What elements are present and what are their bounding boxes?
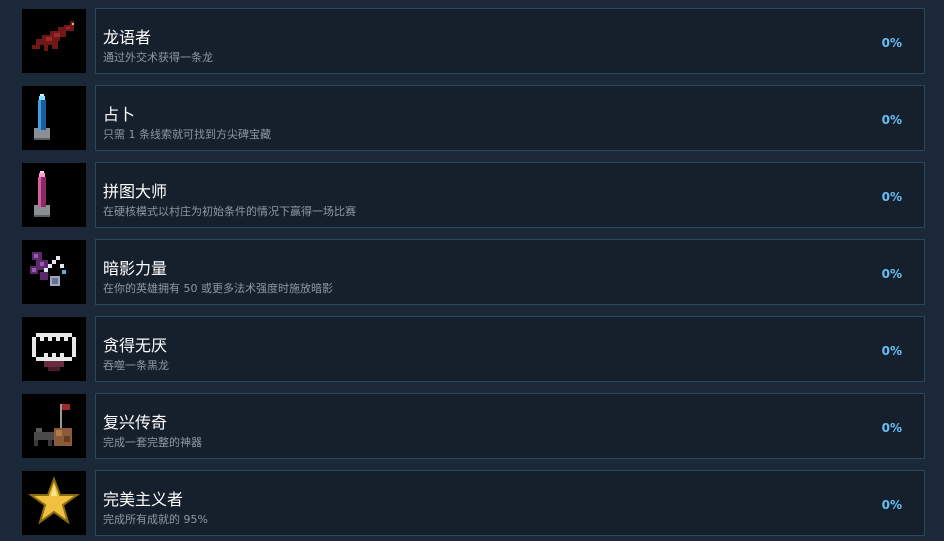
achievement-row[interactable]: 暗影力量 在你的英雄拥有 50 或更多法术强度时施放暗影 0% [0,239,944,305]
achievement-row[interactable]: 龙语者 通过外交术获得一条龙 0% [0,8,944,74]
achievement-description: 完成一套完整的神器 [103,436,202,449]
achievement-card: 复兴传奇 完成一套完整的神器 0% [95,393,925,459]
achievement-title: 暗影力量 [103,259,168,278]
dragon-icon [32,21,74,51]
achievement-description: 吞噬一条黑龙 [103,359,169,372]
achievement-icon-frame [22,86,86,150]
achievement-card: 暗影力量 在你的英雄拥有 50 或更多法术强度时施放暗影 0% [95,239,925,305]
achievement-percent: 0% [881,36,902,50]
achievement-title: 占卜 [103,105,136,124]
achievement-percent: 0% [881,267,902,281]
achievement-percent: 0% [881,344,902,358]
achievement-icon-frame [22,163,86,227]
achievement-card: 龙语者 通过外交术获得一条龙 0% [95,8,925,74]
achievement-icon-frame [22,471,86,535]
achievement-row[interactable]: 完美主义者 完成所有成就的 95% 0% [0,470,944,536]
achievement-title: 贪得无厌 [103,336,168,355]
shadow-magic-icon [30,252,66,286]
achievement-card: 占卜 只需 1 条线索就可找到方尖碑宝藏 0% [95,85,925,151]
achievement-percent: 0% [881,113,902,127]
achievement-row[interactable]: 贪得无厌 吞噬一条黑龙 0% [0,316,944,382]
achievement-title: 拼图大师 [103,182,168,201]
achievement-icon-frame [22,240,86,304]
achievement-percent: 0% [881,498,902,512]
achievement-icon-frame [22,394,86,458]
pink-obelisk-icon [34,171,50,217]
achievement-title: 龙语者 [103,28,152,47]
achievement-icon-frame [22,317,86,381]
achievement-card: 完美主义者 完成所有成就的 95% 0% [95,470,925,536]
achievement-row[interactable]: 复兴传奇 完成一套完整的神器 0% [0,393,944,459]
achievement-description: 在你的英雄拥有 50 或更多法术强度时施放暗影 [103,282,333,295]
blue-obelisk-icon [34,94,50,140]
achievement-description: 在硬核模式以村庄为初始条件的情况下赢得一场比赛 [103,205,356,218]
devour-mouth-icon [32,333,76,371]
achievement-icon-frame [22,9,86,73]
achievement-card: 拼图大师 在硬核模式以村庄为初始条件的情况下赢得一场比赛 0% [95,162,925,228]
achievement-title: 完美主义者 [103,490,184,509]
achievement-description: 通过外交术获得一条龙 [103,51,213,64]
artifact-set-icon [34,404,72,446]
achievement-description: 只需 1 条线索就可找到方尖碑宝藏 [103,128,271,141]
achievement-description: 完成所有成就的 95% [103,513,208,526]
gold-star-icon [27,476,81,525]
achievement-card: 贪得无厌 吞噬一条黑龙 0% [95,316,925,382]
achievement-list: 龙语者 通过外交术获得一条龙 0% 占卜 只需 1 条线索就可找到方尖碑宝藏 0… [0,0,944,541]
achievement-percent: 0% [881,190,902,204]
achievement-row[interactable]: 占卜 只需 1 条线索就可找到方尖碑宝藏 0% [0,85,944,151]
achievement-row[interactable]: 拼图大师 在硬核模式以村庄为初始条件的情况下赢得一场比赛 0% [0,162,944,228]
achievement-title: 复兴传奇 [103,413,168,432]
achievement-percent: 0% [881,421,902,435]
